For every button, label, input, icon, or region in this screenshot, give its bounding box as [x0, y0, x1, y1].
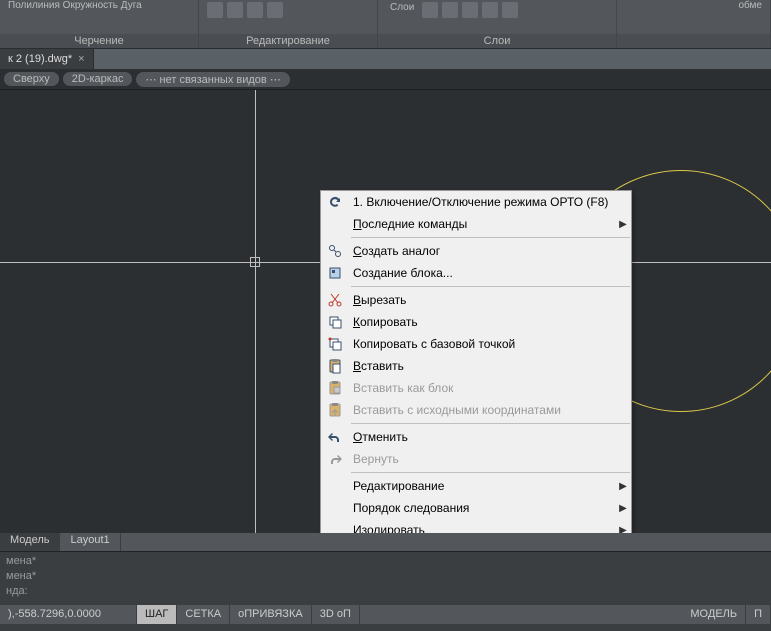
command-line[interactable]: мена* мена* нда: [0, 551, 771, 605]
pasteorig-icon [327, 402, 343, 418]
redo-icon [327, 451, 343, 467]
layer-tool-icon[interactable] [482, 2, 498, 18]
edit-tool-icon[interactable] [227, 2, 243, 18]
repeat-icon [327, 194, 343, 210]
view-tag-bar: Сверху 2D-каркас ⋯ нет связанных видов ⋯ [0, 69, 771, 90]
menu-separator [351, 286, 630, 287]
menu-item-label: Вставить с исходными координатами [349, 403, 615, 417]
menu-item[interactable]: Изолировать▶ [321, 519, 631, 533]
close-icon[interactable]: × [78, 49, 84, 69]
file-tab-name: к 2 (19).dwg* [8, 49, 72, 69]
ribbon-group-label[interactable]: Слои [378, 34, 616, 48]
menu-item[interactable]: Создать аналог [321, 240, 631, 262]
menu-item-label: Вставить [349, 359, 615, 373]
status-toggle-3d оп[interactable]: 3D оП [312, 605, 360, 624]
menu-item[interactable]: Последние команды▶ [321, 213, 631, 235]
status-coords: ),-558.7296,0.0000 [0, 605, 137, 624]
layer-tool-icon[interactable] [422, 2, 438, 18]
status-right[interactable]: П [746, 605, 771, 624]
layer-tool-icon[interactable] [442, 2, 458, 18]
cut-icon [327, 292, 343, 308]
submenu-arrow-icon: ▶ [615, 219, 631, 230]
ribbon-overflow-text: обме [621, 0, 766, 11]
file-tab-bar: к 2 (19).dwg* × [0, 49, 771, 69]
cursor-pickbox [250, 257, 260, 267]
menu-item-label: Вставить как блок [349, 381, 615, 395]
menu-item: Вставить как блок [321, 377, 631, 399]
paste-icon [327, 358, 343, 374]
context-menu: 1. Включение/Отключение режима ОРТО (F8)… [320, 190, 632, 533]
cmd-history-line: мена* [6, 554, 765, 569]
copybase-icon [327, 336, 343, 352]
menu-item[interactable]: Копировать с базовой точкой [321, 333, 631, 355]
submenu-arrow-icon: ▶ [615, 503, 631, 514]
status-model[interactable]: МОДЕЛЬ [682, 605, 746, 624]
menu-item-label: Изолировать [349, 523, 615, 533]
layer-tool-icon[interactable] [462, 2, 478, 18]
ribbon-tools-text: Полилиния Окружность Дуга [4, 0, 194, 11]
copy-icon [327, 314, 343, 330]
menu-item-label: Вернуть [349, 452, 615, 466]
analog-icon [327, 243, 343, 259]
menu-item[interactable]: 1. Включение/Отключение режима ОРТО (F8) [321, 191, 631, 213]
edit-tool-icon[interactable] [267, 2, 283, 18]
model-tabs: Модель Layout1 [0, 533, 771, 551]
cmd-history-line: мена* [6, 569, 765, 584]
menu-item: Вставить с исходными координатами [321, 399, 631, 421]
menu-item[interactable]: Редактирование▶ [321, 475, 631, 497]
submenu-arrow-icon: ▶ [615, 481, 631, 492]
menu-item-label: Последние команды [349, 217, 615, 231]
crosshair-vertical [255, 90, 256, 533]
ribbon-group-label [617, 34, 770, 48]
menu-item: Вернуть [321, 448, 631, 470]
drawing-canvas[interactable]: 1. Включение/Отключение режима ОРТО (F8)… [0, 90, 771, 533]
menu-item-label: Копировать с базовой точкой [349, 337, 615, 351]
menu-item-label: Создать аналог [349, 244, 615, 258]
menu-item[interactable]: Вставить [321, 355, 631, 377]
menu-item-label: Отменить [349, 430, 615, 444]
menu-item-label: Вырезать [349, 293, 615, 307]
ribbon-group-label[interactable]: Черчение [0, 34, 198, 48]
menu-separator [351, 472, 630, 473]
tab-model[interactable]: Модель [0, 533, 60, 551]
view-tag[interactable]: 2D-каркас [63, 72, 133, 86]
status-bar: ),-558.7296,0.0000 ШАГСЕТКАоПРИВЯЗКА3D о… [0, 605, 771, 624]
view-tag[interactable]: ⋯ нет связанных видов ⋯ [136, 72, 289, 87]
layers-text: Слои [386, 2, 418, 13]
block-icon [327, 265, 343, 281]
submenu-arrow-icon: ▶ [615, 525, 631, 534]
undo-icon [327, 429, 343, 445]
pasteblk-icon [327, 380, 343, 396]
file-tab[interactable]: к 2 (19).dwg* × [0, 49, 94, 69]
menu-item-label: Создание блока... [349, 266, 615, 280]
menu-separator [351, 237, 630, 238]
menu-separator [351, 423, 630, 424]
menu-item[interactable]: Копировать [321, 311, 631, 333]
ribbon-group-label[interactable]: Редактирование [199, 34, 377, 48]
status-toggle-шаг[interactable]: ШАГ [137, 605, 177, 624]
menu-item-label: 1. Включение/Отключение режима ОРТО (F8) [349, 195, 615, 209]
menu-item[interactable]: Вырезать [321, 289, 631, 311]
edit-tool-icon[interactable] [247, 2, 263, 18]
view-tag[interactable]: Сверху [4, 72, 59, 86]
tab-layout[interactable]: Layout1 [60, 533, 120, 551]
menu-item[interactable]: Отменить [321, 426, 631, 448]
layer-tool-icon[interactable] [502, 2, 518, 18]
edit-tool-icon[interactable] [207, 2, 223, 18]
ribbon: Полилиния Окружность Дуга Черчение Редак… [0, 0, 771, 49]
menu-item[interactable]: Порядок следования▶ [321, 497, 631, 519]
menu-item-label: Редактирование [349, 479, 615, 493]
status-toggle-опривязка[interactable]: оПРИВЯЗКА [230, 605, 312, 624]
status-toggle-сетка[interactable]: СЕТКА [177, 605, 230, 624]
cmd-prompt: нда: [6, 584, 765, 599]
menu-item-label: Копировать [349, 315, 615, 329]
menu-item[interactable]: Создание блока... [321, 262, 631, 284]
menu-item-label: Порядок следования [349, 501, 615, 515]
